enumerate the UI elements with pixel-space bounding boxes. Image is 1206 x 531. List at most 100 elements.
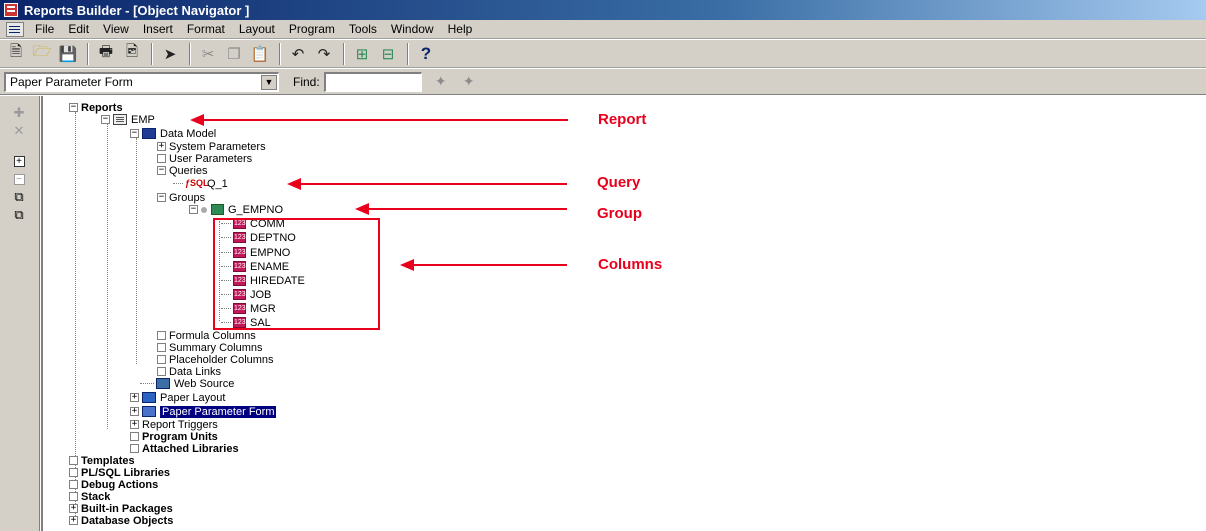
menu-program[interactable]: Program	[282, 22, 342, 36]
print-preview-icon[interactable]: 🖻	[120, 43, 144, 65]
main-toolbar: 🗎 🗁 💾 🖶 🖻 ➤ ✂ ❐ 📋 ↶ ↷ ⊞ ⊟ ?	[0, 40, 1206, 68]
query-arrow-line	[299, 183, 567, 185]
expand-icon[interactable]: +	[69, 504, 78, 513]
collapse-icon[interactable]: −	[157, 166, 166, 175]
menu-layout[interactable]: Layout	[232, 22, 282, 36]
empty-node-icon	[69, 480, 78, 489]
report-icon	[113, 114, 127, 125]
data-model-icon	[142, 128, 156, 139]
menu-view[interactable]: View	[96, 22, 136, 36]
paper-parameter-form-icon	[142, 406, 156, 417]
empty-node-icon	[157, 343, 166, 352]
expand-icon[interactable]: +	[157, 142, 166, 151]
empty-node-icon	[69, 492, 78, 501]
collapse-icon[interactable]: −	[101, 115, 110, 124]
columns-arrow-line	[412, 264, 567, 266]
toolbar-separator	[151, 42, 153, 65]
tree-node-emp[interactable]: − EMP	[101, 113, 155, 126]
expand-icon[interactable]: +	[130, 407, 139, 416]
tree-node-queries[interactable]: − Queries	[157, 164, 208, 177]
run-icon[interactable]: ➤	[158, 43, 182, 65]
save-icon[interactable]: 💾	[56, 43, 80, 65]
help-icon[interactable]: ?	[414, 43, 438, 65]
chevron-down-icon[interactable]: ▼	[261, 74, 277, 90]
document-menu-icon[interactable]	[6, 21, 24, 37]
group-bullet-icon	[201, 206, 207, 213]
navigator-side-toolbar: ✚ ✕ + − ⧉ ⧉	[0, 96, 40, 531]
collapse-all-icon[interactable]: ⧉	[8, 206, 30, 224]
toolbar-separator	[189, 42, 191, 65]
collapse-icon[interactable]: −	[157, 193, 166, 202]
empty-node-icon	[69, 456, 78, 465]
undo-icon[interactable]: ↶	[286, 43, 310, 65]
tree-node-g-empno[interactable]: − G_EMPNO	[189, 203, 283, 216]
group-arrow-line	[367, 208, 567, 210]
group-icon	[211, 204, 224, 215]
menu-format[interactable]: Format	[180, 22, 232, 36]
delete-icon[interactable]: ✕	[8, 122, 30, 140]
sql-query-icon: ƒSQL	[185, 178, 209, 188]
find-previous-icon[interactable]: ✦	[428, 72, 454, 92]
report-arrow-line	[202, 119, 568, 121]
find-next-icon[interactable]: ✦	[456, 72, 482, 92]
toolbar-separator	[279, 42, 281, 65]
menu-insert[interactable]: Insert	[136, 22, 180, 36]
menu-tools[interactable]: Tools	[342, 22, 384, 36]
find-input[interactable]	[323, 71, 422, 92]
toolbar-separator	[407, 42, 409, 65]
columns-annotation: Columns	[598, 256, 663, 273]
menu-file[interactable]: File	[28, 22, 61, 36]
navigator-combo[interactable]: Paper Parameter Form ▼	[4, 71, 279, 92]
query-annotation: Query	[597, 174, 641, 191]
copy-icon[interactable]: ❐	[222, 43, 246, 65]
paper-layout-icon	[142, 392, 156, 403]
empty-node-icon	[157, 154, 166, 163]
paste-icon[interactable]: 📋	[248, 43, 272, 65]
menu-window[interactable]: Window	[384, 22, 441, 36]
cut-icon[interactable]: ✂	[196, 43, 220, 65]
report-annotation: Report	[598, 111, 647, 128]
app-icon	[4, 3, 18, 17]
empty-node-icon	[157, 367, 166, 376]
title-bar: Reports Builder - [Object Navigator ]	[0, 0, 1206, 20]
menu-help[interactable]: Help	[441, 22, 480, 36]
tree-node-q1[interactable]: ƒSQL Q_1	[173, 177, 228, 190]
print-icon[interactable]: 🖶	[94, 43, 118, 65]
open-icon[interactable]: 🗁	[30, 43, 54, 65]
expand-all-icon[interactable]: ⊞	[350, 43, 374, 65]
tree-node-database-objects[interactable]: + Database Objects	[69, 514, 173, 527]
create-icon[interactable]: ✚	[8, 104, 30, 122]
collapse-icon[interactable]: −	[8, 170, 30, 188]
expand-icon[interactable]: +	[69, 516, 78, 525]
empty-node-icon	[69, 468, 78, 477]
toolbar-separator	[343, 42, 345, 65]
redo-icon[interactable]: ↷	[312, 43, 336, 65]
expand-all-icon[interactable]: ⧉	[8, 188, 30, 206]
tree-node-web-source[interactable]: Web Source	[140, 377, 234, 390]
expand-icon[interactable]: +	[8, 152, 30, 170]
combo-value: Paper Parameter Form	[10, 75, 133, 89]
tree-node-paper-parameter-form[interactable]: + Paper Parameter Form	[130, 405, 277, 418]
find-bar: Paper Parameter Form ▼ Find: ✦ ✦	[0, 69, 1206, 95]
tree-node-paper-layout[interactable]: + Paper Layout	[130, 391, 225, 404]
expand-icon[interactable]: +	[130, 420, 139, 429]
empty-node-icon	[130, 444, 139, 453]
empty-node-icon	[157, 355, 166, 364]
empty-node-icon	[130, 432, 139, 441]
collapse-icon[interactable]: −	[189, 205, 198, 214]
web-source-icon	[156, 378, 170, 389]
tree-node-attached-libraries[interactable]: Attached Libraries	[130, 442, 239, 455]
collapse-all-icon[interactable]: ⊟	[376, 43, 400, 65]
new-icon[interactable]: 🗎	[4, 43, 28, 65]
group-annotation: Group	[597, 205, 642, 222]
toolbar-separator	[87, 42, 89, 65]
columns-highlight-box	[213, 218, 380, 330]
menu-edit[interactable]: Edit	[61, 22, 96, 36]
expand-icon[interactable]: +	[130, 393, 139, 402]
collapse-icon[interactable]: −	[69, 103, 78, 112]
menu-bar: File Edit View Insert Format Layout Prog…	[0, 20, 1206, 39]
tree-node-data-model[interactable]: − Data Model	[130, 127, 216, 140]
empty-node-icon	[157, 331, 166, 340]
collapse-icon[interactable]: −	[130, 129, 139, 138]
find-label: Find:	[293, 74, 320, 89]
